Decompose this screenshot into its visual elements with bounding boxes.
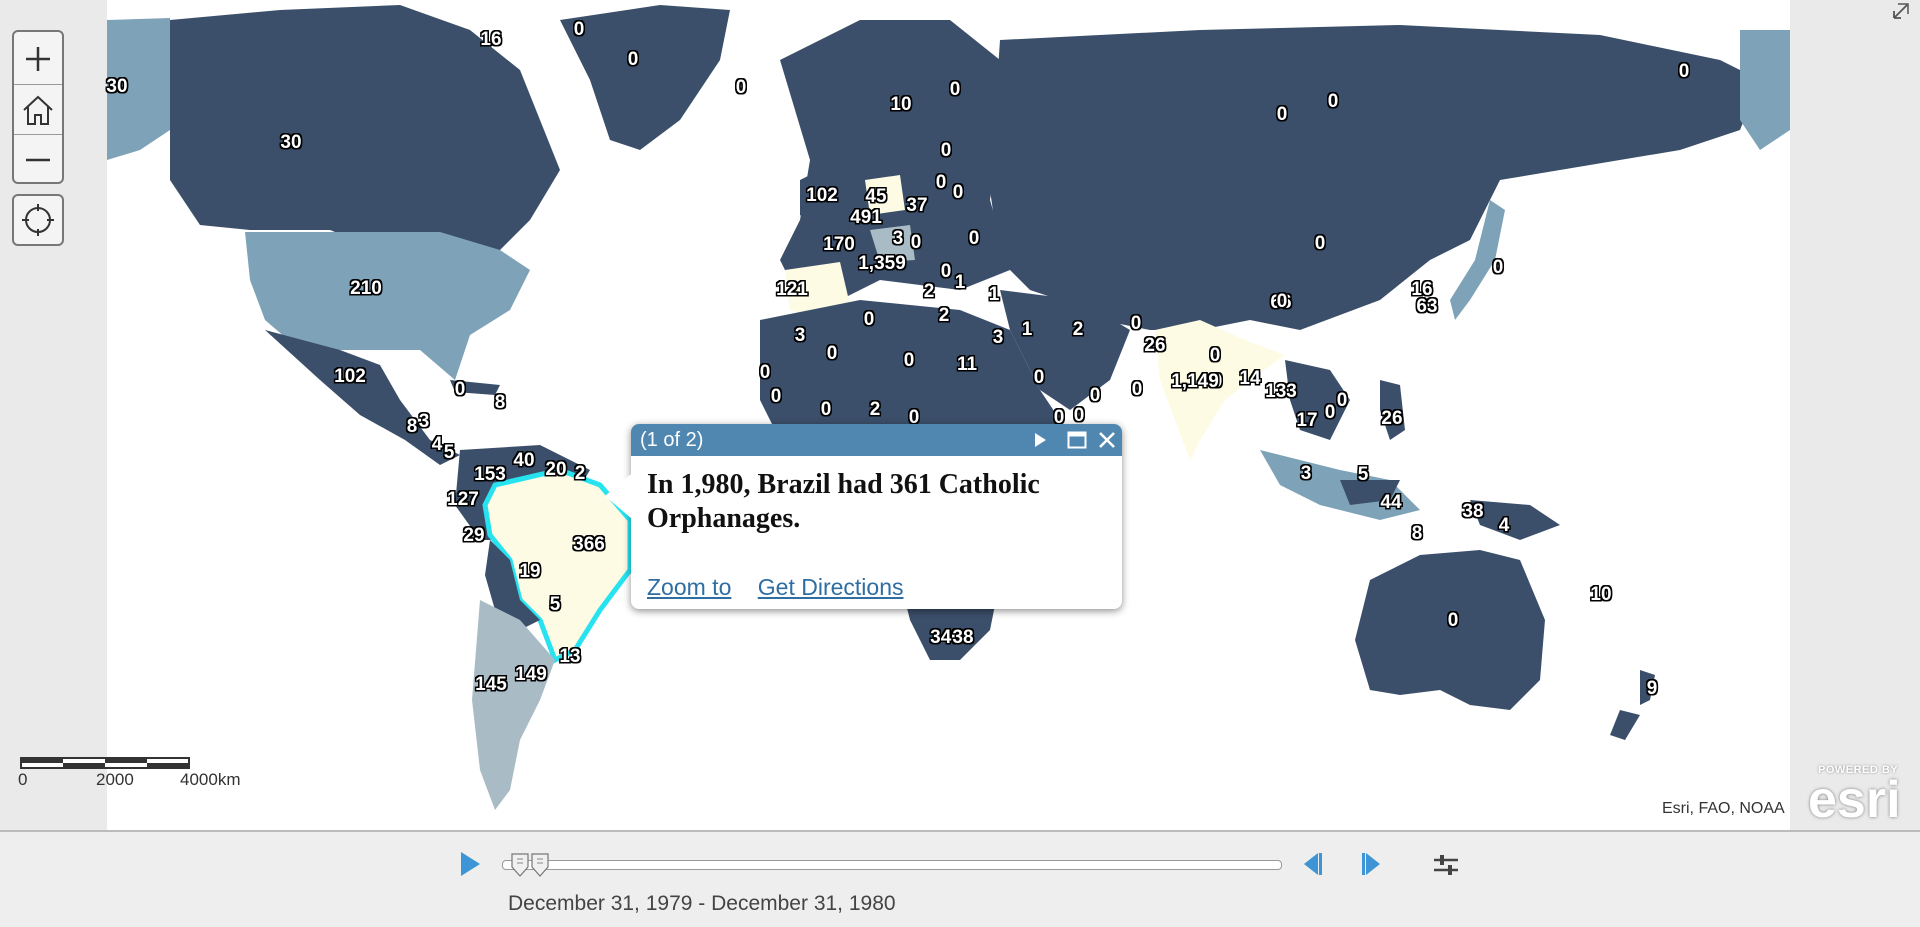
zoom-in-button[interactable] bbox=[14, 34, 62, 84]
popup-count: (1 of 2) bbox=[640, 429, 704, 451]
map-attribution[interactable]: Esri, FAO, NOAA bbox=[1662, 800, 1785, 818]
region-australia bbox=[1355, 550, 1545, 710]
home-icon bbox=[23, 95, 53, 125]
scale-tick-0: 0 bbox=[18, 770, 28, 789]
esri-logo[interactable]: POWERED BY esri bbox=[1806, 762, 1910, 829]
time-slider-start-thumb[interactable] bbox=[511, 853, 529, 877]
time-slider: December 31, 1979 - December 31, 1980 bbox=[0, 830, 1920, 927]
world-map[interactable] bbox=[0, 0, 1920, 830]
time-range-text: December 31, 1979 - December 31, 1980 bbox=[508, 892, 896, 915]
locate-button[interactable] bbox=[12, 194, 64, 246]
minus-icon bbox=[26, 158, 50, 162]
scale-bar-graphic bbox=[20, 757, 190, 769]
esri-logo-text: esri bbox=[1808, 771, 1901, 829]
get-directions-link[interactable]: Get Directions bbox=[758, 574, 904, 600]
popup-pointer bbox=[605, 474, 631, 518]
scale-bar: 0 2000 4000km bbox=[18, 756, 260, 796]
popup-actions: Zoom to Get Directions bbox=[647, 574, 923, 601]
time-slider-end-thumb[interactable] bbox=[531, 853, 549, 877]
time-slider-track[interactable] bbox=[502, 853, 1282, 877]
info-popup: (1 of 2) In 1,980, Brazil had 361 Cathol… bbox=[605, 424, 1122, 609]
locate-icon bbox=[22, 204, 54, 236]
map-view[interactable]: 0 16 0 0 30 30 210 102 0 8 8 3 4 5 153 40 20 2 127 29 366 19 5… bbox=[0, 0, 1920, 830]
close-icon[interactable] bbox=[1097, 430, 1117, 450]
scale-tick-2: 4000km bbox=[180, 770, 241, 789]
scale-tick-1: 2000 bbox=[96, 770, 134, 789]
plus-icon bbox=[26, 47, 50, 71]
play-icon[interactable] bbox=[458, 850, 482, 878]
next-step-icon[interactable] bbox=[1360, 850, 1386, 878]
home-button[interactable] bbox=[14, 84, 62, 135]
popup-body-text: In 1,980, Brazil had 361 Catholic Orphan… bbox=[647, 469, 1040, 534]
maximize-icon[interactable] bbox=[1067, 431, 1087, 449]
zoom-controls bbox=[12, 30, 64, 184]
expand-button[interactable] bbox=[1892, 2, 1912, 22]
zoom-to-link[interactable]: Zoom to bbox=[647, 574, 731, 600]
expand-icon bbox=[1893, 3, 1909, 19]
next-feature-icon[interactable] bbox=[1031, 431, 1049, 449]
previous-step-icon[interactable] bbox=[1298, 850, 1324, 878]
slider-options-icon[interactable] bbox=[1432, 852, 1460, 878]
zoom-out-button[interactable] bbox=[14, 134, 62, 185]
popup-header: (1 of 2) bbox=[631, 424, 1122, 456]
